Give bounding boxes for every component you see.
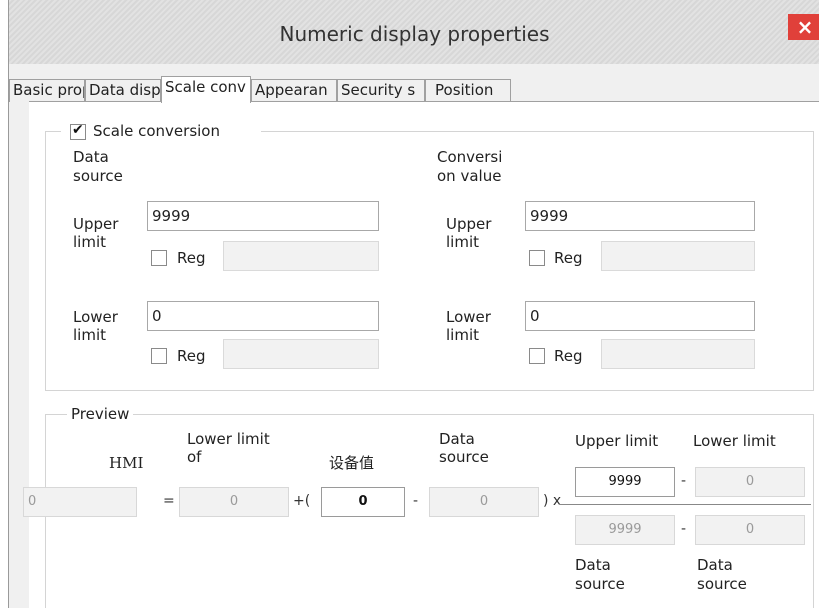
- preview-device-value-input[interactable]: 0: [321, 487, 405, 517]
- ds-upper-reg-checkbox[interactable]: [151, 250, 167, 266]
- preview-bottom-data-source-1-line2: source: [575, 575, 625, 593]
- preview-equals: =: [163, 493, 175, 509]
- preview-data-source-line2: source: [439, 448, 489, 466]
- preview-fraction-line: [559, 504, 811, 505]
- dialog-title: Numeric display properties: [279, 22, 550, 46]
- cv-lower-reg-label: Reg: [554, 347, 583, 365]
- cv-lower-reg-checkbox[interactable]: [529, 348, 545, 364]
- tab-data-display[interactable]: Data displ: [85, 79, 161, 102]
- data-source-header-line2: source: [73, 167, 123, 185]
- preview-plus-paren: +(: [293, 493, 311, 509]
- ds-upper-reg-label: Reg: [177, 249, 206, 267]
- preview-bottom-data-source-2-line1: Data: [697, 556, 733, 574]
- tab-scale-conversion[interactable]: Scale conv: [161, 76, 251, 103]
- preview-lower-limit-value: 0: [179, 487, 289, 517]
- preview-bottom-data-source-1-line1: Data: [575, 556, 611, 574]
- cv-upper-limit-label-line2: limit: [446, 233, 479, 251]
- preview-minus: -: [413, 493, 419, 509]
- preview-legend: Preview: [67, 405, 134, 423]
- preview-lower-limit-of-line1: Lower limit: [187, 430, 270, 448]
- conversion-value-header-line1: Conversi: [437, 148, 503, 166]
- properties-dialog: Numeric display properties × Basic prop …: [8, 0, 819, 608]
- preview-lower-limit-label: Lower limit: [693, 432, 776, 450]
- cv-upper-limit-input[interactable]: 9999: [525, 201, 755, 231]
- preview-close-times: ) x: [543, 493, 562, 509]
- preview-lower-limit-of-line2: of: [187, 448, 202, 466]
- ds-upper-limit-input[interactable]: 9999: [147, 201, 379, 231]
- preview-hmi-value: 0: [23, 487, 137, 517]
- ds-lower-limit-input[interactable]: 0: [147, 301, 379, 331]
- tab-basic-properties[interactable]: Basic prop: [9, 79, 85, 102]
- cv-upper-limit-label-line1: Upper: [446, 215, 492, 233]
- conversion-value-header-line2: on value: [437, 167, 502, 185]
- preview-denominator-upper: 9999: [575, 515, 675, 545]
- cv-lower-limit-input[interactable]: 0: [525, 301, 755, 331]
- cv-upper-reg-checkbox[interactable]: [529, 250, 545, 266]
- preview-numerator-lower: 0: [695, 467, 805, 497]
- preview-denominator-lower: 0: [695, 515, 805, 545]
- cv-upper-reg-input: [601, 241, 755, 271]
- preview-numerator-upper: 9999: [575, 467, 675, 497]
- ds-upper-limit-label-line1: Upper: [73, 215, 119, 233]
- preview-numerator-minus: -: [681, 473, 687, 489]
- cv-lower-limit-label-line2: limit: [446, 326, 479, 344]
- tab-position[interactable]: Position: [425, 79, 511, 102]
- preview-hmi-label: HMI: [109, 454, 144, 472]
- ds-lower-reg-checkbox[interactable]: [151, 348, 167, 364]
- preview-data-source-line1: Data: [439, 430, 475, 448]
- scale-conversion-panel: Scale conversion Data source Upper limit…: [23, 101, 819, 608]
- cv-upper-reg-label: Reg: [554, 249, 583, 267]
- ds-lower-limit-label-line1: Lower: [73, 308, 118, 326]
- tab-security[interactable]: Security s: [337, 79, 425, 102]
- ds-lower-reg-label: Reg: [177, 347, 206, 365]
- ds-upper-limit-label-line2: limit: [73, 233, 106, 251]
- scale-conversion-checkbox[interactable]: [70, 122, 86, 140]
- tab-appearance[interactable]: Appearan: [251, 79, 337, 102]
- scale-conversion-legend: Scale conversion: [61, 122, 261, 142]
- cv-lower-limit-label-line1: Lower: [446, 308, 491, 326]
- preview-bottom-data-source-2-line2: source: [697, 575, 747, 593]
- preview-denominator-minus: -: [681, 521, 687, 537]
- data-source-header-line1: Data: [73, 148, 109, 166]
- preview-data-source-value: 0: [429, 487, 539, 517]
- ds-lower-limit-label-line2: limit: [73, 326, 106, 344]
- title-bar[interactable]: Numeric display properties ×: [9, 0, 819, 64]
- cv-lower-reg-input: [601, 339, 755, 369]
- scale-conversion-label: Scale conversion: [93, 122, 220, 140]
- preview-upper-limit-label: Upper limit: [575, 432, 659, 450]
- close-button[interactable]: ×: [788, 14, 819, 40]
- ds-upper-reg-input: [223, 241, 379, 271]
- ds-lower-reg-input: [223, 339, 379, 369]
- dialog-client: Basic prop Data displ Scale conv Appeara…: [9, 64, 819, 608]
- preview-device-value-label: 设备值: [329, 454, 375, 472]
